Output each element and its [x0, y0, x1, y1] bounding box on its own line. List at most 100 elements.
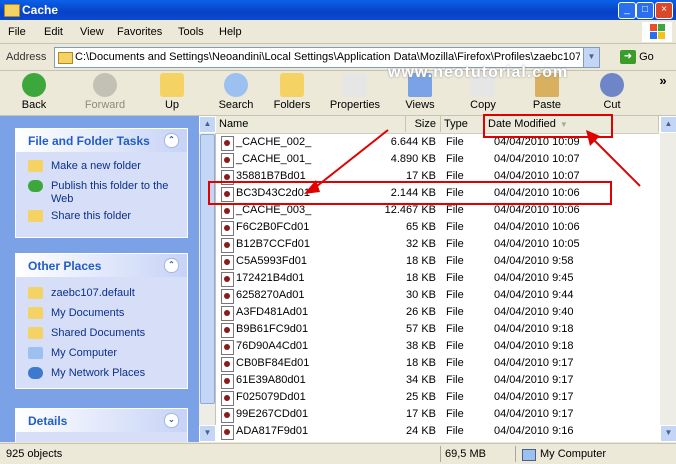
folder-up-icon [160, 73, 184, 97]
scroll-thumb[interactable] [200, 134, 215, 404]
share-folder-link[interactable]: Share this folder [16, 206, 187, 226]
scroll-up-icon[interactable]: ▲ [660, 116, 676, 133]
file-size: 4.890 KB [390, 153, 436, 165]
file-size: 17 KB [406, 408, 436, 420]
file-row[interactable]: F6C2B0FCd01 65 KB File 04/04/2010 10:06 [216, 219, 659, 236]
minimize-button[interactable]: _ [618, 2, 636, 19]
file-list-pane: ▲ ▼ Name Size Type Date Modified ▼ _CACHE… [199, 116, 676, 442]
file-type: File [446, 153, 464, 165]
collapse-icon[interactable]: ⌃ [164, 258, 179, 273]
file-name: 61E39A80d01 [236, 374, 306, 386]
menu-view[interactable]: View [80, 26, 104, 38]
file-name: ADA817F9d01 [236, 425, 309, 437]
task-label: Publish this folder to the Web [51, 180, 169, 205]
file-type: File [446, 323, 464, 335]
menu-help[interactable]: Help [219, 26, 242, 38]
back-label: Back [21, 99, 47, 111]
file-row[interactable]: B9B61FC9d01 57 KB File 04/04/2010 9:18 [216, 321, 659, 338]
panel-title: File and Folder Tasks [28, 134, 150, 148]
publish-web-link[interactable]: Publish this folder to the Web [16, 176, 187, 206]
scroll-up-icon[interactable]: ▲ [199, 116, 216, 133]
file-row[interactable]: ADA817F9d01 24 KB File 04/04/2010 9:16 [216, 423, 659, 440]
place-shared-documents-link[interactable]: Shared Documents [16, 323, 187, 343]
file-row[interactable]: A3FD481Ad01 26 KB File 04/04/2010 9:40 [216, 304, 659, 321]
file-name: _CACHE_003_ [236, 204, 312, 216]
file-type: File [446, 289, 464, 301]
expand-icon[interactable]: ⌄ [164, 413, 179, 428]
panel-header[interactable]: File and Folder Tasks ⌃ [16, 129, 187, 152]
file-size: 12.467 KB [384, 204, 436, 216]
place-network-link[interactable]: My Network Places [16, 363, 187, 383]
file-name: CB0BF84Ed01 [236, 357, 310, 369]
file-size: 6.644 KB [390, 136, 436, 148]
menu-file[interactable]: File [8, 26, 26, 38]
share-folder-icon [28, 210, 43, 222]
file-list-scrollbar[interactable]: ▲ ▼ [660, 116, 676, 442]
close-button[interactable]: × [655, 2, 673, 19]
status-separator [440, 446, 441, 462]
file-size: 18 KB [406, 255, 436, 267]
file-icon [221, 272, 234, 287]
column-header-size[interactable]: Size [406, 116, 441, 132]
maximize-button[interactable]: □ [636, 2, 654, 19]
file-row[interactable]: _CACHE_001_ 4.890 KB File 04/04/2010 10:07 [216, 151, 659, 168]
forward-button[interactable]: Forward [80, 73, 130, 111]
file-size: 38 KB [406, 340, 436, 352]
folder-tree-scrollbar[interactable]: ▲ ▼ [199, 116, 216, 442]
column-header-type[interactable]: Type [441, 116, 485, 132]
back-button[interactable]: Back [14, 73, 54, 111]
chevron-down-icon[interactable]: ▼ [583, 48, 599, 67]
folders-button[interactable]: Folders [270, 73, 314, 111]
total-size: 69,5 MB [445, 448, 486, 460]
menu-edit[interactable]: Edit [44, 26, 63, 38]
column-header-name[interactable]: Name [216, 116, 406, 132]
cut-button[interactable]: Cut [598, 73, 626, 111]
highlight-date-modified-box [483, 114, 613, 138]
file-name: F6C2B0FCd01 [236, 221, 310, 233]
file-date: 04/04/2010 9:44 [494, 289, 574, 301]
file-type: File [446, 255, 464, 267]
task-pane: File and Folder Tasks ⌃ Make a new folde… [0, 116, 199, 442]
place-my-computer-link[interactable]: My Computer [16, 343, 187, 363]
toolbar-overflow-button[interactable]: » [656, 73, 670, 88]
file-row[interactable]: 172421B4d01 18 KB File 04/04/2010 9:45 [216, 270, 659, 287]
file-name: 99E267CDd01 [236, 408, 309, 420]
file-name: _CACHE_002_ [236, 136, 312, 148]
search-button[interactable]: Search [214, 73, 258, 111]
go-button[interactable]: ➜ Go [620, 50, 654, 64]
menu-favorites[interactable]: Favorites [117, 26, 162, 38]
computer-icon [522, 449, 536, 461]
file-size: 24 KB [406, 425, 436, 437]
windows-logo-icon [642, 22, 672, 42]
shared-folder-icon [28, 327, 43, 339]
panel-header[interactable]: Details ⌄ [16, 409, 187, 432]
up-button[interactable]: Up [158, 73, 186, 111]
file-row[interactable]: F025079Dd01 25 KB File 04/04/2010 9:17 [216, 389, 659, 406]
file-size: 18 KB [406, 357, 436, 369]
file-date: 04/04/2010 9:17 [494, 408, 574, 420]
properties-button[interactable]: Properties [328, 73, 382, 111]
file-date: 04/04/2010 9:17 [494, 357, 574, 369]
place-zaebc107-link[interactable]: zaebc107.default [16, 283, 187, 303]
file-row[interactable]: 99E267CDd01 17 KB File 04/04/2010 9:17 [216, 406, 659, 423]
file-row[interactable]: C5A5993Fd01 18 KB File 04/04/2010 9:58 [216, 253, 659, 270]
make-new-folder-link[interactable]: Make a new folder [16, 156, 187, 176]
place-my-documents-link[interactable]: My Documents [16, 303, 187, 323]
task-label: Make a new folder [51, 160, 141, 172]
folder-icon [58, 52, 73, 64]
file-row[interactable]: 76D90A4Cd01 38 KB File 04/04/2010 9:18 [216, 338, 659, 355]
file-type: File [446, 272, 464, 284]
file-row[interactable]: B12B7CCFd01 32 KB File 04/04/2010 10:05 [216, 236, 659, 253]
search-icon [224, 73, 248, 97]
file-size: 30 KB [406, 289, 436, 301]
scroll-down-icon[interactable]: ▼ [660, 425, 676, 442]
menu-tools[interactable]: Tools [178, 26, 204, 38]
cut-label: Cut [603, 99, 621, 111]
file-row[interactable]: CB0BF84Ed01 18 KB File 04/04/2010 9:17 [216, 355, 659, 372]
scroll-down-icon[interactable]: ▼ [199, 425, 216, 442]
file-row[interactable]: 61E39A80d01 34 KB File 04/04/2010 9:17 [216, 372, 659, 389]
file-icon [221, 221, 234, 236]
collapse-icon[interactable]: ⌃ [164, 133, 179, 148]
panel-header[interactable]: Other Places ⌃ [16, 254, 187, 277]
file-row[interactable]: 6258270Ad01 30 KB File 04/04/2010 9:44 [216, 287, 659, 304]
